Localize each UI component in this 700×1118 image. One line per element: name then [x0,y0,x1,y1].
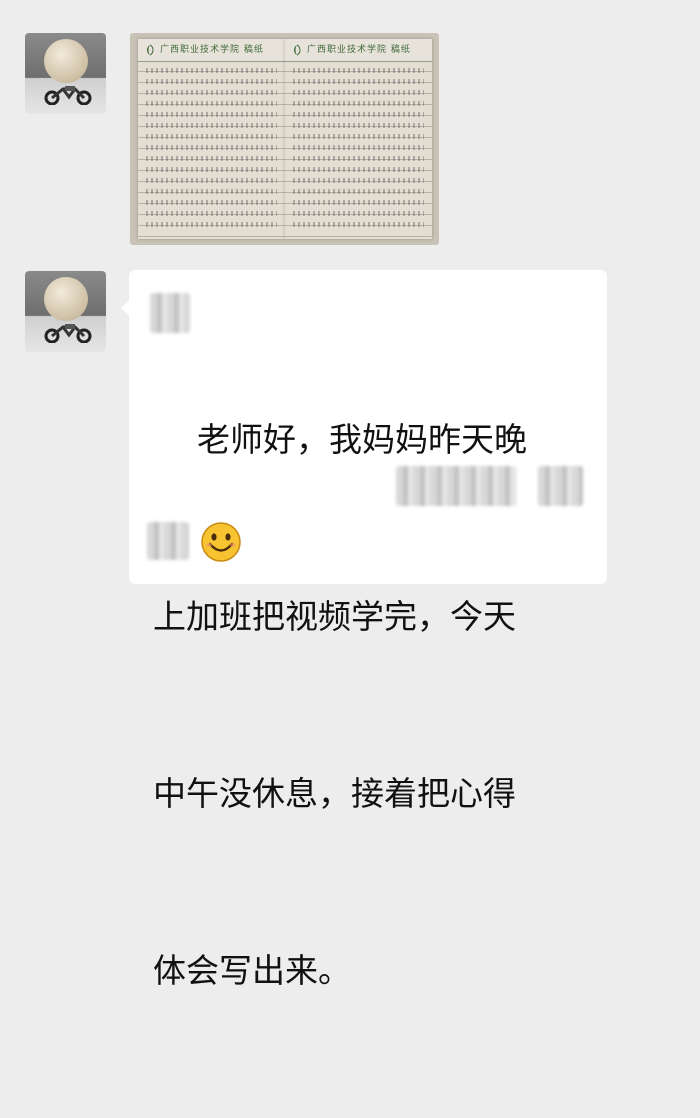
sender-avatar[interactable] [25,33,106,114]
smile-emoji-icon [201,522,241,562]
message-line: 中午没休息，接着把心得 [153,774,516,813]
redacted-mosaic [150,293,190,333]
bubble-tail [121,300,130,316]
moon-graphic [44,277,88,321]
page-header-left: 广西职业技术学院 稿纸 [138,39,285,62]
motorcycle-icon [44,324,92,343]
redacted-mosaic [396,466,516,506]
handwriting-right [293,65,424,233]
motorcycle-icon [44,86,92,105]
school-logo-icon [147,44,154,56]
handwriting-left [146,65,277,233]
moon-graphic [44,39,88,83]
message-text: 老师好，我妈妈昨天晚 上加班把视频学完，今天 中午没休息，接着把心得 体会写出来… [153,292,593,1118]
notebook-page-right: 广西职业技术学院 稿纸 [285,39,432,239]
page-header-right: 广西职业技术学院 稿纸 [285,39,432,62]
message-line: 老师好，我妈妈昨天晚 [197,420,527,459]
school-logo-icon [294,44,301,56]
redacted-mosaic [147,522,189,560]
message-line: 上加班把视频学完，今天 [153,597,516,636]
message-line: 体会写出来。 [153,951,351,990]
redacted-mosaic [538,466,583,506]
notebook-page-left: 广西职业技术学院 稿纸 [138,39,285,239]
image-message-notebook-photo[interactable]: 广西职业技术学院 稿纸 广西职业技术学院 稿纸 [130,33,439,245]
sender-avatar[interactable] [25,271,106,352]
